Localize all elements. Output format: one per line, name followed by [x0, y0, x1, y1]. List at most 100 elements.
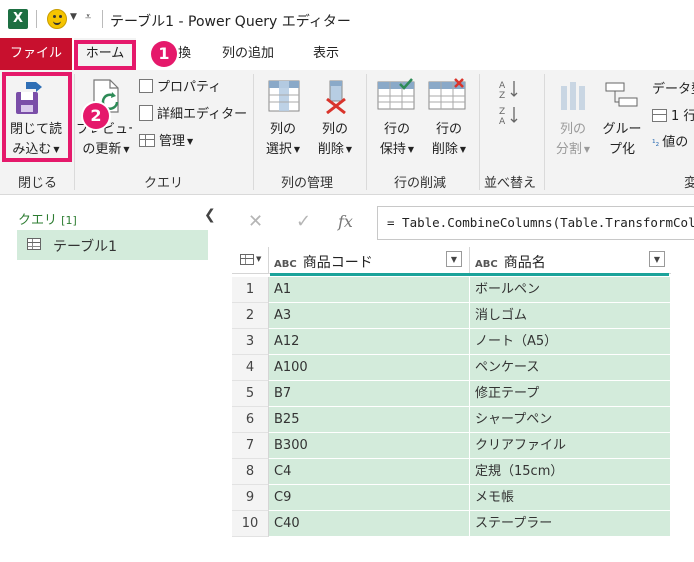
formula-controls: ✕ ✓ fx — [232, 206, 370, 240]
table-cell-name[interactable]: ステープラー — [470, 511, 671, 537]
choose-columns-label-2: 選択 ▼ — [258, 140, 308, 159]
svg-text:A: A — [499, 81, 506, 91]
keep-rows-label-2: 保持 ▼ — [372, 140, 422, 159]
queries-pane-title: クエリ — [18, 213, 58, 228]
column-header-inner: ABC 商品名 — [475, 252, 546, 272]
smiley-dropdown-icon[interactable]: ▼ — [70, 12, 77, 22]
chevron-down-icon: ▼ — [256, 255, 262, 263]
row-number[interactable]: 4 — [232, 355, 269, 381]
replace-values-label: 値の — [662, 135, 689, 150]
column-quality-bar — [270, 273, 669, 276]
row-number[interactable]: 5 — [232, 381, 269, 407]
quick-access-customize-icon[interactable]: ⩡ — [85, 10, 91, 24]
split-column-button[interactable]: 列の 分割 ▼ — [550, 70, 596, 162]
group-label-reduce-rows: 行の削減 — [394, 176, 447, 191]
row-number[interactable]: 3 — [232, 329, 269, 355]
use-first-row-button[interactable]: 1 行 — [652, 105, 694, 124]
table-cell-name[interactable]: メモ帳 — [470, 485, 671, 511]
group-label-sort: 並べ替え — [484, 176, 537, 191]
title-separator — [36, 10, 37, 28]
table-cell-code[interactable]: A12 — [269, 329, 470, 355]
table-cell-name[interactable]: クリアファイル — [470, 433, 671, 459]
table-cell-code[interactable]: C40 — [269, 511, 470, 537]
callout-frame-home — [74, 40, 136, 70]
formula-bar[interactable]: = Table.CombineColumns(Table.TransformCo… — [377, 206, 694, 240]
tab-add-column[interactable]: 列の追加 — [222, 38, 274, 70]
manage-label: 管理 — [159, 134, 186, 149]
svg-text:Z: Z — [499, 91, 505, 100]
confirm-icon[interactable]: ✓ — [296, 211, 311, 232]
choose-columns-button[interactable]: 列の 選択 ▼ — [258, 70, 308, 162]
replace-values-icon: ¹₂ — [652, 139, 660, 149]
remove-rows-button[interactable]: 行の 削除 ▼ — [424, 70, 474, 162]
select-all-corner[interactable]: ▼ — [232, 247, 269, 274]
formula-text: = Table.CombineColumns(Table.TransformCo… — [387, 215, 694, 230]
chevron-down-icon: ▼ — [293, 145, 301, 154]
title-separator-2 — [102, 10, 103, 28]
table-cell-code[interactable]: B300 — [269, 433, 470, 459]
table-cell-code[interactable]: A3 — [269, 303, 470, 329]
column-header-label: 商品コード — [302, 255, 373, 271]
chevron-down-icon: ▼ — [187, 137, 194, 146]
table-cell-code[interactable]: C9 — [269, 485, 470, 511]
sort-ascending-button[interactable]: A Z — [498, 78, 520, 101]
table-cell-name[interactable]: 定規（15cm） — [470, 459, 671, 485]
manage-button[interactable]: 管理 ▼ — [139, 130, 193, 149]
fx-icon[interactable]: fx — [338, 212, 353, 231]
data-type-button[interactable]: データ型 — [652, 78, 694, 97]
sort-descending-button[interactable]: Z A — [498, 104, 520, 127]
column-header-inner: ABC 商品コード — [274, 252, 373, 272]
table-cell-name[interactable]: 修正テープ — [470, 381, 671, 407]
table-icon — [139, 134, 155, 147]
query-item-label: テーブル1 — [53, 239, 118, 255]
choose-columns-label-1: 列の — [269, 122, 296, 137]
column-header[interactable]: ABC 商品名 ▼ — [470, 247, 671, 274]
row-number[interactable]: 10 — [232, 511, 269, 537]
group-by-icon — [605, 82, 638, 107]
keep-rows-button[interactable]: 行の 保持 ▼ — [372, 70, 422, 162]
table-cell-name[interactable]: 消しゴム — [470, 303, 671, 329]
tab-view[interactable]: 表示 — [313, 38, 339, 70]
table-cell-name[interactable]: シャープペン — [470, 407, 671, 433]
table-cell-name[interactable]: ボールペン — [470, 277, 671, 303]
refresh-preview-label-2-text: の更新 — [82, 142, 122, 157]
cancel-icon[interactable]: ✕ — [248, 211, 263, 232]
table-icon — [27, 238, 41, 250]
keep-rows-icon — [377, 78, 415, 110]
remove-columns-label-2: 削除 ▼ — [310, 140, 360, 159]
column-filter-button[interactable]: ▼ — [446, 251, 462, 267]
replace-values-button[interactable]: ¹₂ 値の — [652, 131, 694, 150]
column-header[interactable]: ABC 商品コード ▼ — [269, 247, 470, 274]
collapse-pane-icon[interactable]: ❮ — [204, 207, 216, 223]
split-column-label-2-text: 分割 — [555, 142, 582, 157]
table-cell-code[interactable]: A100 — [269, 355, 470, 381]
query-list-item[interactable]: テーブル1 — [17, 230, 208, 260]
tab-file[interactable]: ファイル — [0, 38, 72, 70]
table-cell-name[interactable]: ペンケース — [470, 355, 671, 381]
row-number[interactable]: 2 — [232, 303, 269, 329]
queries-pane-header: クエリ [1] — [18, 209, 77, 228]
advanced-editor-button[interactable]: 詳細エディター — [139, 103, 247, 122]
row-number[interactable]: 9 — [232, 485, 269, 511]
table-cell-code[interactable]: C4 — [269, 459, 470, 485]
table-cell-name[interactable]: ノート（A5） — [470, 329, 671, 355]
properties-button[interactable]: プロパティ — [139, 76, 221, 95]
remove-columns-button[interactable]: 列の 削除 ▼ — [310, 70, 360, 162]
table-cell-code[interactable]: B25 — [269, 407, 470, 433]
title-bar: X ▼ ⩡ テーブル1 - Power Query エディター — [0, 0, 694, 38]
remove-columns-label-1: 列の — [321, 122, 348, 137]
table-cell-code[interactable]: A1 — [269, 277, 470, 303]
text-type-icon[interactable]: ABC — [475, 259, 498, 270]
row-number[interactable]: 8 — [232, 459, 269, 485]
text-type-icon[interactable]: ABC — [274, 259, 297, 270]
column-header-label: 商品名 — [503, 255, 546, 271]
row-number[interactable]: 7 — [232, 433, 269, 459]
sort-ascending-icon: A Z — [499, 81, 518, 101]
smiley-icon[interactable] — [47, 9, 67, 29]
group-by-button[interactable]: グルー プ化 — [598, 70, 646, 162]
column-filter-button[interactable]: ▼ — [649, 251, 665, 267]
table-cell-code[interactable]: B7 — [269, 381, 470, 407]
row-number[interactable]: 6 — [232, 407, 269, 433]
refresh-preview-label-2: の更新 ▼ — [78, 140, 134, 159]
row-number[interactable]: 1 — [232, 277, 269, 303]
